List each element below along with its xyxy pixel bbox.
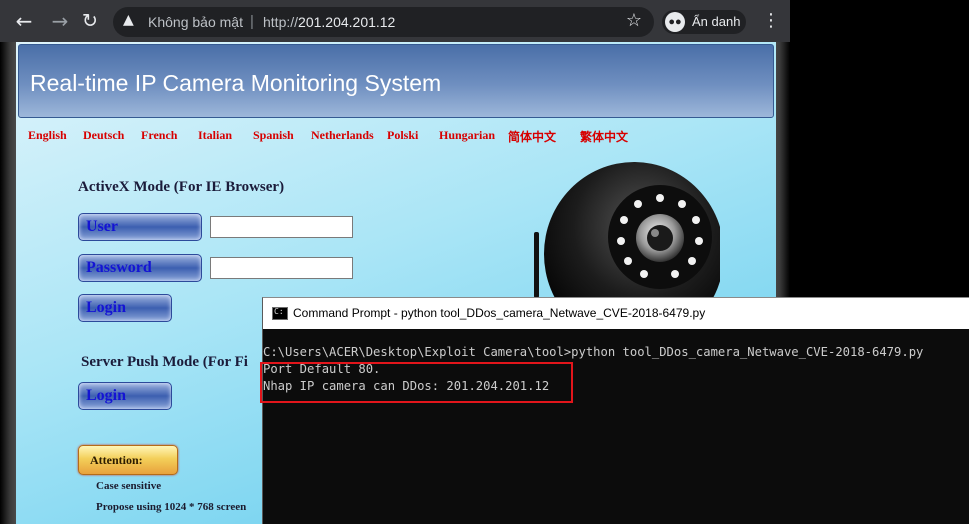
password-label: Password (78, 254, 202, 282)
url-text[interactable]: http://201.204.201.12 (263, 14, 395, 30)
user-input[interactable] (210, 216, 353, 238)
warning-icon[interactable]: ▲ (123, 12, 134, 28)
incognito-icon: ●● (665, 12, 685, 32)
activex-mode-title: ActiveX Mode (For IE Browser) (78, 179, 285, 195)
address-bar[interactable]: ▲ Không bảo mật | http://201.204.201.12 … (113, 7, 654, 37)
command-prompt-icon (272, 307, 288, 320)
password-label-text: Password (86, 259, 152, 276)
note-case-sensitive: Case sensitive (96, 480, 162, 492)
command-prompt-titlebar[interactable]: Command Prompt - python tool_DDos_camera… (263, 298, 969, 329)
server-push-login-button[interactable]: Login (78, 382, 172, 410)
language-link-spanish[interactable]: Spanish (253, 128, 294, 143)
language-link-english[interactable]: English (28, 128, 67, 143)
command-prompt-window[interactable]: Command Prompt - python tool_DDos_camera… (260, 297, 969, 524)
url-host: 201.204.201.12 (298, 14, 396, 30)
red-highlight-box (260, 362, 573, 403)
language-link-hungarian[interactable]: Hungarian (439, 128, 495, 143)
user-label: User (78, 213, 202, 241)
forward-arrow-icon[interactable]: → (48, 9, 72, 33)
server-push-mode-title: Server Push Mode (For Fi (81, 354, 248, 370)
attention-label: Attention: (90, 453, 143, 467)
language-link-traditional-chinese[interactable]: 繁体中文 (580, 128, 628, 145)
language-link-simplified-chinese[interactable]: 简体中文 (508, 128, 556, 145)
back-arrow-icon[interactable]: ← (12, 9, 36, 33)
language-link-deutsch[interactable]: Deutsch (83, 128, 124, 143)
security-label[interactable]: Không bảo mật (148, 14, 243, 30)
menu-icon[interactable]: ⋮ (762, 10, 780, 31)
language-link-polski[interactable]: Polski (387, 128, 418, 143)
language-link-netherlands[interactable]: Netherlands (311, 128, 374, 143)
activex-login-button[interactable]: Login (78, 294, 172, 322)
star-icon[interactable]: ☆ (626, 10, 642, 31)
language-link-french[interactable]: French (141, 128, 177, 143)
reload-icon[interactable]: ↻ (78, 9, 102, 33)
incognito-indicator[interactable]: ●● Ẩn danh (662, 10, 746, 34)
page-title: Real-time IP Camera Monitoring System (30, 70, 442, 96)
login-button-label: Login (86, 299, 127, 316)
user-label-text: User (86, 218, 118, 235)
language-link-italian[interactable]: Italian (198, 128, 232, 143)
ip-camera-image (534, 162, 720, 298)
antenna (534, 232, 539, 298)
incognito-label: Ẩn danh (692, 14, 741, 29)
note-screen-resolution: Propose using 1024 * 768 screen (96, 501, 247, 513)
attention-badge: Attention: (78, 445, 178, 475)
browser-toolbar: ← → ↻ ▲ Không bảo mật | http://201.204.2… (0, 0, 790, 42)
url-separator: | (250, 13, 254, 30)
page-banner: Real-time IP Camera Monitoring System (18, 44, 774, 118)
command-prompt-title: Command Prompt - python tool_DDos_camera… (293, 306, 706, 320)
cmd-command-line: C:\Users\ACER\Desktop\Exploit Camera\too… (263, 345, 924, 359)
password-input[interactable] (210, 257, 353, 279)
server-login-button-label: Login (86, 387, 127, 404)
url-scheme: http:// (263, 14, 299, 30)
